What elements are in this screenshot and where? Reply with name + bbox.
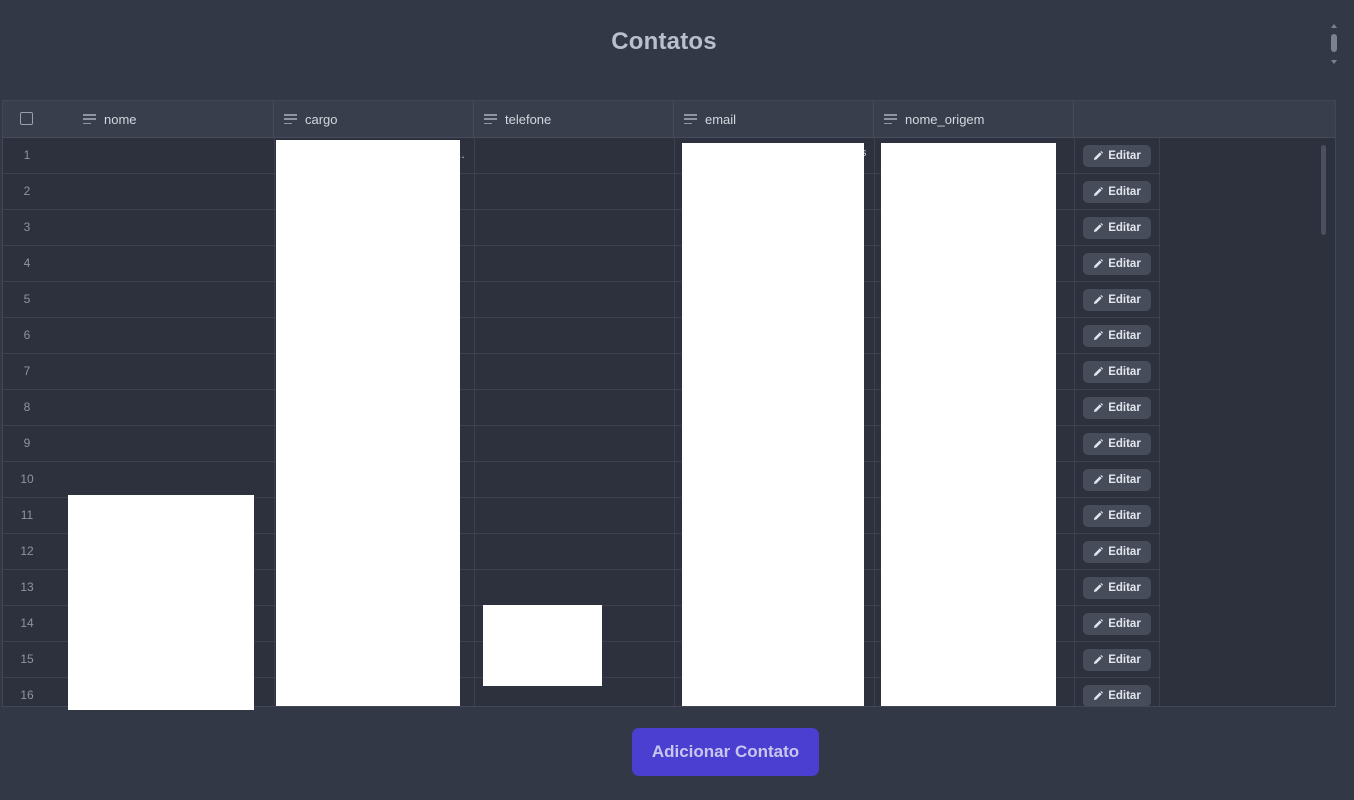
edit-row-button[interactable]: Editar [1083, 505, 1151, 527]
column-label: nome [104, 111, 137, 127]
text-align-left-icon [284, 114, 297, 124]
pencil-icon [1094, 475, 1104, 484]
edit-button-label: Editar [1108, 258, 1141, 270]
edit-row-button[interactable]: Editar [1083, 685, 1151, 706]
column-header-cargo[interactable]: cargo [274, 101, 474, 137]
column-header-nome-origem[interactable]: nome_origem [874, 101, 1074, 137]
edit-button-label: Editar [1108, 366, 1141, 378]
edit-row-button[interactable]: Editar [1083, 469, 1151, 491]
edit-button-label: Editar [1108, 546, 1141, 558]
edit-row-button[interactable]: Editar [1083, 253, 1151, 275]
row-number: 3 [23, 220, 31, 234]
row-number: 13 [20, 580, 34, 594]
edit-row-button[interactable]: Editar [1083, 217, 1151, 239]
edit-button-label: Editar [1108, 402, 1141, 414]
row-number: 2 [23, 184, 31, 198]
edit-row-button[interactable]: Editar [1083, 541, 1151, 563]
edit-row-button[interactable]: Editar [1083, 613, 1151, 635]
edit-row-button[interactable]: Editar [1083, 145, 1151, 167]
edit-button-label: Editar [1108, 618, 1141, 630]
edit-button-label: Editar [1108, 330, 1141, 342]
row-number: 11 [20, 508, 34, 522]
column-label: email [705, 111, 737, 127]
edit-button-label: Editar [1108, 474, 1141, 486]
row-number: 12 [20, 544, 34, 558]
row-number: 1 [23, 148, 31, 162]
text-align-left-icon [83, 114, 96, 124]
pencil-icon [1094, 223, 1104, 232]
edit-button-label: Editar [1108, 582, 1141, 594]
edit-button-label: Editar [1108, 186, 1141, 198]
text-align-left-icon [484, 114, 497, 124]
edit-button-label: Editar [1108, 690, 1141, 702]
column-label: telefone [505, 111, 552, 127]
pencil-icon [1094, 187, 1104, 196]
row-number: 8 [23, 400, 31, 414]
edit-row-button[interactable]: Editar [1083, 577, 1151, 599]
edit-button-label: Editar [1108, 510, 1141, 522]
redacted-nome-origem-column [881, 143, 1056, 706]
grid-header: nome cargo telefone email nome_origem [3, 101, 1335, 138]
column-label: cargo [305, 111, 338, 127]
scroll-down-icon[interactable] [1331, 60, 1337, 64]
redacted-telefone-cells [483, 605, 602, 686]
pencil-icon [1094, 439, 1104, 448]
pencil-icon [1094, 403, 1104, 412]
edit-button-label: Editar [1108, 438, 1141, 450]
row-number: 7 [23, 364, 31, 378]
text-align-left-icon [684, 114, 697, 124]
scroll-thumb[interactable] [1331, 34, 1337, 52]
redacted-email-column [682, 143, 864, 706]
row-number: 15 [20, 652, 34, 666]
edit-button-label: Editar [1108, 222, 1141, 234]
pencil-icon [1094, 151, 1104, 160]
pencil-icon [1094, 367, 1104, 376]
pencil-icon [1094, 619, 1104, 628]
select-all-checkbox[interactable] [20, 112, 33, 125]
row-number: 10 [20, 472, 34, 486]
grid-scroll-thumb[interactable] [1321, 145, 1326, 235]
edit-row-button[interactable]: Editar [1083, 181, 1151, 203]
pencil-icon [1094, 511, 1104, 520]
pencil-icon [1094, 691, 1104, 700]
edit-row-button[interactable]: Editar [1083, 289, 1151, 311]
row-number: 9 [23, 436, 31, 450]
edit-row-button[interactable]: Editar [1083, 361, 1151, 383]
edit-row-button[interactable]: Editar [1083, 433, 1151, 455]
column-header-nome[interactable]: nome [3, 101, 274, 137]
column-header-email[interactable]: email [674, 101, 874, 137]
row-number: 5 [23, 292, 31, 306]
pencil-icon [1094, 331, 1104, 340]
add-contact-button[interactable]: Adicionar Contato [632, 728, 819, 776]
column-header-actions [1074, 101, 1335, 137]
pencil-icon [1094, 583, 1104, 592]
page-scrollbar[interactable] [1330, 24, 1340, 64]
row-number: 16 [20, 688, 34, 702]
pencil-icon [1094, 259, 1104, 268]
pencil-icon [1094, 547, 1104, 556]
edit-button-label: Editar [1108, 654, 1141, 666]
contacts-page: Contatos nome cargo telefone email nome_… [0, 0, 1354, 800]
text-align-left-icon [884, 114, 897, 124]
edit-row-button[interactable]: Editar [1083, 397, 1151, 419]
page-title: Contatos [611, 28, 717, 55]
pencil-icon [1094, 295, 1104, 304]
scroll-up-icon[interactable] [1331, 24, 1337, 28]
edit-row-button[interactable]: Editar [1083, 649, 1151, 671]
redacted-cargo-column [276, 140, 460, 706]
edit-button-label: Editar [1108, 150, 1141, 162]
row-number: 14 [20, 616, 34, 630]
row-number: 6 [23, 328, 31, 342]
row-number: 4 [23, 256, 31, 270]
redacted-nome-cells [68, 495, 254, 710]
edit-row-button[interactable]: Editar [1083, 325, 1151, 347]
edit-button-label: Editar [1108, 294, 1141, 306]
column-header-telefone[interactable]: telefone [474, 101, 674, 137]
column-label: nome_origem [905, 111, 985, 127]
pencil-icon [1094, 655, 1104, 664]
